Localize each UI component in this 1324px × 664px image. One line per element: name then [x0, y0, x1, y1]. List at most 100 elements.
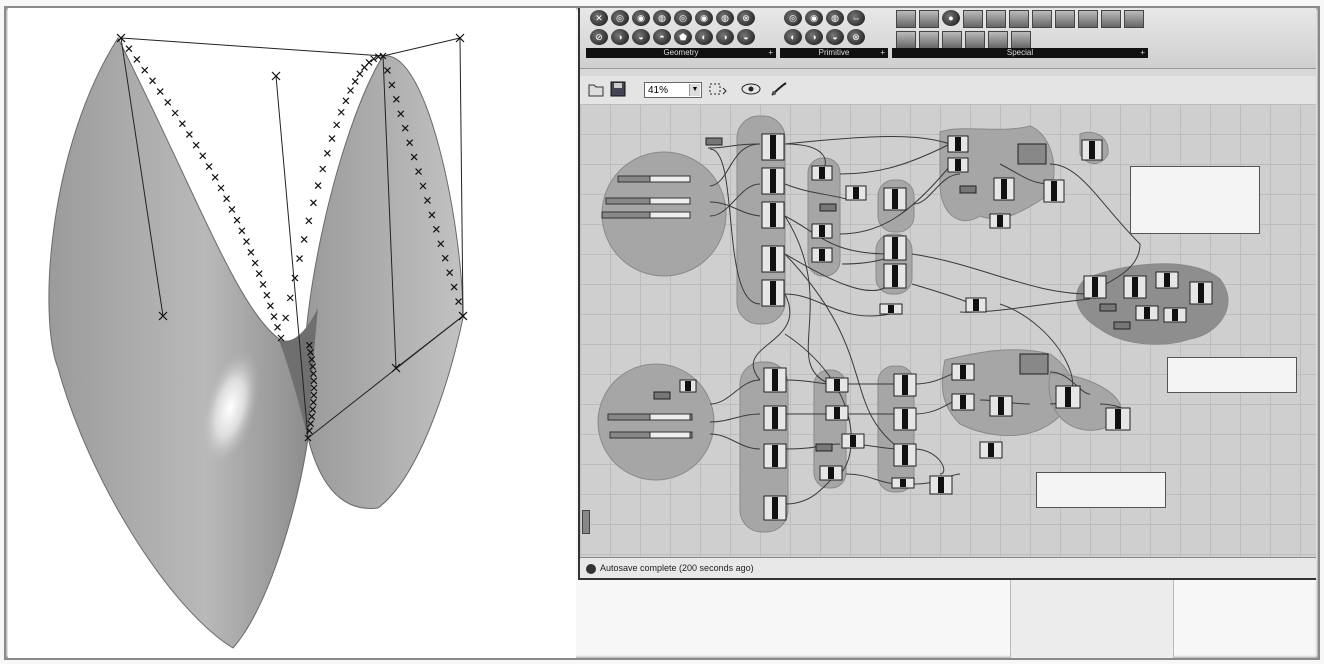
component-icon[interactable] — [963, 10, 983, 28]
component-icon[interactable]: ◐ — [784, 29, 802, 45]
control-point-x — [243, 238, 250, 245]
component-icon[interactable]: ◉ — [805, 10, 823, 26]
component-icon[interactable] — [919, 10, 939, 28]
control-point-x — [251, 259, 259, 267]
ribbon-group-geometry[interactable]: ✕ ◎ ◉ ◍ ◎ ◉ ◍ ⊗ ⊘ ◑ ◒ ◓ ⬟ ◐ ◑ ◒ Geometry + — [586, 10, 776, 58]
control-point-x — [141, 66, 149, 74]
component-icon[interactable] — [942, 31, 962, 49]
control-point-x — [156, 88, 164, 95]
parameter-node — [705, 137, 723, 146]
control-point-x — [199, 152, 207, 160]
save-icon[interactable] — [610, 81, 626, 99]
component-body — [828, 467, 834, 479]
control-point-x — [300, 236, 308, 243]
component-body — [772, 445, 778, 467]
control-point-x — [319, 165, 327, 173]
ribbon-group-primitive[interactable]: ◎ ◉ ◍ ⇔ ◐ ◑ ◒ ⊗ Primitive + — [780, 10, 888, 58]
text-panel[interactable] — [1036, 472, 1166, 508]
number-slider — [601, 211, 691, 219]
component-body — [772, 497, 778, 519]
component-icon[interactable] — [919, 31, 939, 49]
component-body — [1115, 409, 1121, 429]
component-icon[interactable]: ◉ — [695, 10, 713, 26]
zoom-dropdown[interactable]: 41% ▼ — [644, 82, 702, 98]
component-body — [1172, 309, 1178, 321]
number-slider — [609, 431, 693, 439]
component-icon[interactable]: ◑ — [805, 29, 823, 45]
component-body — [853, 187, 859, 199]
component-body — [1051, 181, 1057, 201]
component-icon[interactable] — [1009, 10, 1029, 28]
component-body — [819, 249, 825, 261]
control-point-x — [133, 56, 141, 63]
component-icon[interactable]: ⊗ — [847, 29, 865, 45]
component-icon[interactable]: ✕ — [590, 10, 608, 26]
component-icon[interactable] — [1078, 10, 1098, 28]
component-icon[interactable]: ◉ — [632, 10, 650, 26]
component-body — [998, 397, 1004, 415]
component-icon[interactable]: ⬟ — [674, 29, 692, 45]
component-icon[interactable]: ◒ — [826, 29, 844, 45]
component-icon[interactable]: ◐ — [695, 29, 713, 45]
preview-eye-icon[interactable] — [740, 81, 762, 99]
open-icon[interactable] — [588, 81, 604, 99]
component-icon[interactable]: ● — [942, 10, 960, 26]
component-icon[interactable]: ◍ — [653, 10, 671, 26]
canvas-scrollbar[interactable] — [582, 510, 590, 534]
ribbon-group-special[interactable]: ● Special + — [892, 10, 1148, 58]
rhino-viewport[interactable] — [8, 8, 576, 658]
component-icon[interactable]: ◎ — [784, 10, 802, 26]
parameter-node — [1113, 321, 1131, 330]
control-point-x — [259, 281, 267, 288]
parameter-node — [1019, 353, 1049, 375]
component-icon[interactable]: ⊗ — [737, 10, 755, 26]
component-body — [997, 215, 1003, 227]
zoom-extents-icon[interactable] — [708, 81, 728, 99]
component-icon[interactable] — [896, 10, 916, 28]
grasshopper-window[interactable]: ✕ ◎ ◉ ◍ ◎ ◉ ◍ ⊗ ⊘ ◑ ◒ ◓ ⬟ ◐ ◑ ◒ Geometry + ◎ ◉ ◍ ⇔ ◐ ◑ ◒ ⊗ Pr… — [578, 8, 1316, 580]
component-icon[interactable] — [1101, 10, 1121, 28]
component-body — [955, 137, 961, 151]
component-icon[interactable]: ⊘ — [590, 29, 608, 45]
control-point-x — [149, 77, 156, 85]
component-body — [973, 299, 979, 311]
component-icon[interactable]: ◑ — [716, 29, 734, 45]
sketch-brush-icon[interactable] — [770, 81, 788, 99]
component-icon[interactable] — [1055, 10, 1075, 28]
component-icon[interactable]: ⇔ — [847, 10, 865, 26]
component-body — [685, 381, 691, 391]
component-body — [902, 409, 908, 429]
control-point-x — [228, 206, 236, 213]
control-point-x — [205, 163, 213, 170]
component-icon[interactable]: ◒ — [737, 29, 755, 45]
control-point-x — [337, 108, 345, 116]
control-point-x — [238, 227, 246, 235]
component-icon[interactable] — [986, 10, 1006, 28]
component-icon[interactable] — [988, 31, 1008, 49]
component-icon[interactable]: ◑ — [611, 29, 629, 45]
component-body — [770, 247, 776, 271]
component-icon[interactable]: ◒ — [632, 29, 650, 45]
component-body — [892, 237, 898, 259]
component-body — [988, 443, 994, 457]
control-point-x — [270, 313, 278, 320]
component-icon[interactable]: ◍ — [826, 10, 844, 26]
control-point-x — [247, 248, 255, 256]
grasshopper-canvas[interactable] — [580, 104, 1316, 558]
component-icon[interactable] — [1032, 10, 1052, 28]
component-icon[interactable]: ◓ — [653, 29, 671, 45]
component-icon[interactable] — [896, 31, 916, 49]
status-icon — [586, 563, 596, 574]
component-icon[interactable] — [1124, 10, 1144, 28]
component-body — [900, 479, 906, 487]
component-icon[interactable] — [1011, 31, 1031, 49]
component-icon[interactable]: ◍ — [716, 10, 734, 26]
component-icon[interactable] — [965, 31, 985, 49]
component-body — [902, 375, 908, 395]
component-body — [770, 281, 776, 305]
component-icon[interactable]: ◎ — [611, 10, 629, 26]
text-panel[interactable] — [1167, 357, 1297, 393]
component-body — [772, 369, 778, 391]
text-panel[interactable] — [1130, 166, 1260, 234]
component-icon[interactable]: ◎ — [674, 10, 692, 26]
